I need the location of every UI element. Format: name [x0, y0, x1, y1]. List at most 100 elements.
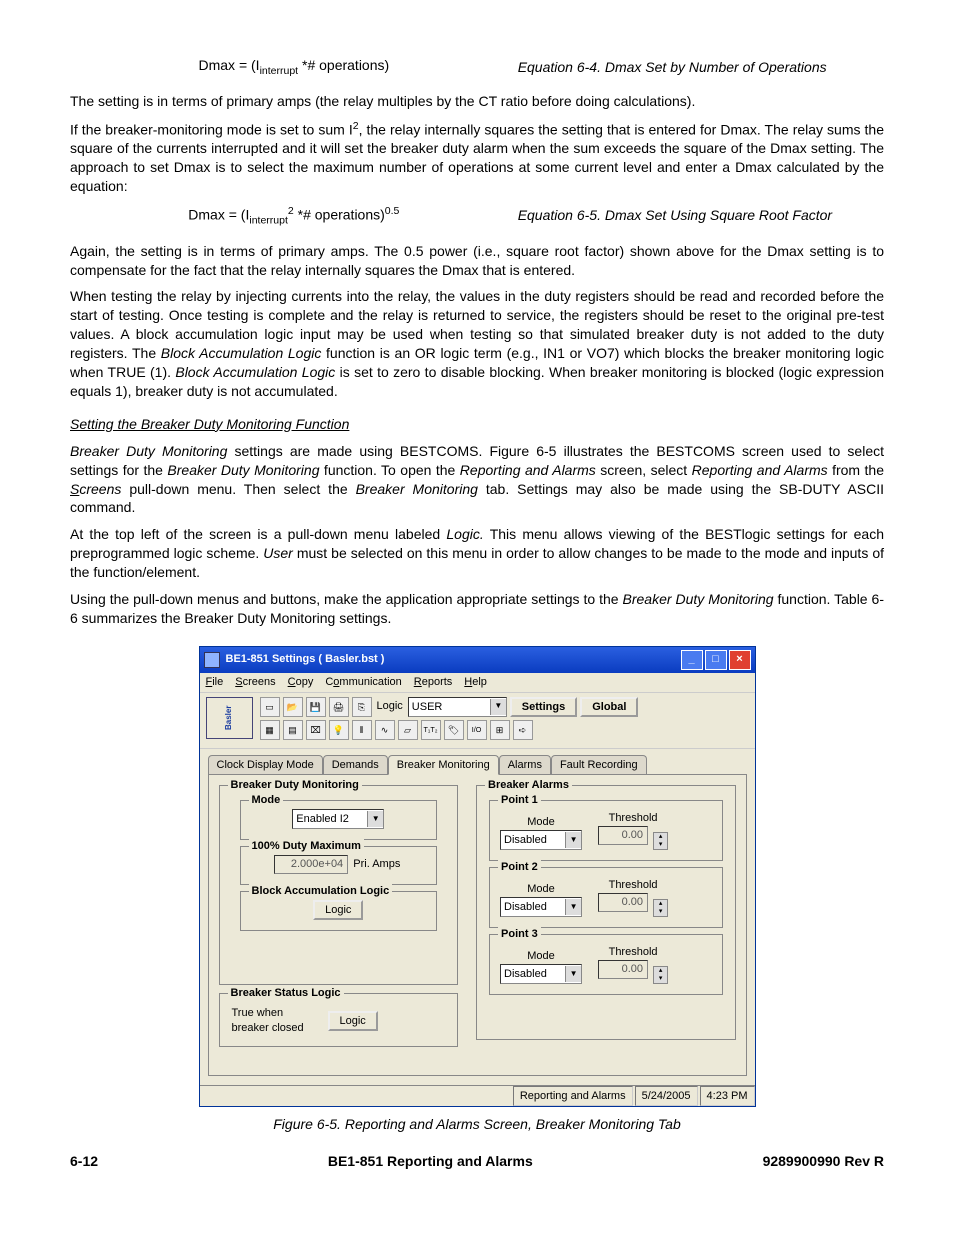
chevron-down-icon[interactable]: ▼ — [565, 966, 581, 982]
status-screen: Reporting and Alarms — [513, 1086, 633, 1106]
tab-clock[interactable]: Clock Display Mode — [208, 755, 323, 776]
layout-icon[interactable]: ▤ — [283, 720, 303, 740]
paragraph-3: Again, the setting is in terms of primar… — [70, 242, 884, 280]
mode-group: Mode ▼ — [240, 800, 438, 840]
mode-combo[interactable]: ▼ — [292, 809, 384, 829]
block-accum-group: Block Accumulation Logic Logic — [240, 891, 438, 931]
open-icon[interactable]: 📂 — [283, 697, 303, 717]
breaker-status-logic-group: Breaker Status Logic True when breaker c… — [219, 993, 459, 1047]
alarms-legend: Breaker Alarms — [485, 778, 572, 793]
tag-icon[interactable]: 🏷 — [444, 720, 464, 740]
paragraph-7: Using the pull-down menus and buttons, m… — [70, 590, 884, 628]
p1-th-label: Threshold — [600, 811, 666, 826]
menu-reports[interactable]: Reports — [414, 675, 453, 690]
p2-mode-label: Mode — [502, 882, 580, 897]
menu-communication[interactable]: Communication — [325, 675, 401, 690]
p1-mode-value[interactable] — [501, 832, 565, 848]
menu-help[interactable]: Help — [464, 675, 487, 690]
p1-spinner[interactable]: ▴▾ — [653, 832, 668, 850]
equation-2: Dmax = (Iinterrupt2 *# operations)0.5 — [70, 204, 518, 228]
bsl-text: True when breaker closed — [232, 1006, 312, 1036]
tile-icon[interactable]: ▦ — [260, 720, 280, 740]
bal-label: Block Accumulation Logic — [249, 884, 393, 899]
status-time: 4:23 PM — [700, 1086, 755, 1106]
close-button[interactable]: × — [729, 650, 751, 670]
window-title: BE1-851 Settings ( Basler.bst ) — [226, 652, 681, 667]
logic-value[interactable] — [409, 699, 490, 715]
p2-mode-value[interactable] — [501, 899, 565, 915]
chevron-down-icon[interactable]: ▼ — [367, 811, 383, 827]
equation-1-caption: Equation 6-4. Dmax Set by Number of Oper… — [518, 58, 827, 77]
logic-combo[interactable]: ▼ — [408, 697, 507, 717]
section-heading: Setting the Breaker Duty Monitoring Func… — [70, 415, 884, 434]
square-icon[interactable]: ▱ — [398, 720, 418, 740]
logic-label: Logic — [377, 699, 403, 714]
p2-mode-combo[interactable]: ▼ — [500, 897, 582, 917]
export-icon[interactable]: ⎘ — [352, 697, 372, 717]
settings-button[interactable]: Settings — [510, 697, 577, 717]
tab-fault-recording[interactable]: Fault Recording — [551, 755, 647, 776]
doc-rev: 9289900990 Rev R — [763, 1152, 884, 1171]
settings-window: BE1-851 Settings ( Basler.bst ) _ □ × Fi… — [199, 646, 756, 1108]
wave-icon[interactable]: ∿ — [375, 720, 395, 740]
menubar: File Screens Copy Communication Reports … — [200, 673, 755, 693]
duty-label: 100% Duty Maximum — [249, 839, 364, 854]
p3-mode-value[interactable] — [501, 966, 565, 982]
maximize-button[interactable]: □ — [705, 650, 727, 670]
menu-screens[interactable]: Screens — [235, 675, 275, 690]
p1-mode-label: Mode — [502, 815, 580, 830]
p3-mode-label: Mode — [502, 949, 580, 964]
duty-value[interactable]: 2.000e+04 — [274, 855, 348, 874]
arrow-icon[interactable]: ➪ — [513, 720, 533, 740]
figure-caption: Figure 6-5. Reporting and Alarms Screen,… — [70, 1115, 884, 1134]
app-icon — [204, 652, 220, 668]
alarm-point-1: Point 1 Mode ▼ Threshold 0.00 ▴ — [489, 800, 722, 861]
chevron-down-icon[interactable]: ▼ — [490, 699, 506, 715]
bdm-legend: Breaker Duty Monitoring — [228, 778, 362, 793]
tab-breaker-monitoring[interactable]: Breaker Monitoring — [388, 755, 499, 776]
breaker-alarms-group: Breaker Alarms Point 1 Mode ▼ Threshold — [476, 785, 735, 1040]
bsl-logic-button[interactable]: Logic — [328, 1011, 378, 1031]
global-button[interactable]: Global — [580, 697, 638, 717]
duty-max-group: 100% Duty Maximum 2.000e+04 Pri. Amps — [240, 846, 438, 885]
p2-th-value[interactable]: 0.00 — [598, 893, 648, 912]
p3-spinner[interactable]: ▴▾ — [653, 966, 668, 984]
save-icon[interactable]: 💾 — [306, 697, 326, 717]
table-icon[interactable]: ⊞ — [490, 720, 510, 740]
p3-th-label: Threshold — [600, 945, 666, 960]
roll-icon[interactable]: ⌧ — [306, 720, 326, 740]
minimize-button[interactable]: _ — [681, 650, 703, 670]
alarm-point-2: Point 2 Mode ▼ Threshold 0.00 ▴ — [489, 867, 722, 928]
basler-logo: Basler — [206, 697, 253, 739]
new-icon[interactable]: ▭ — [260, 697, 280, 717]
paragraph-1: The setting is in terms of primary amps … — [70, 92, 884, 111]
t1t2-icon[interactable]: T₁T₂ — [421, 720, 441, 740]
equation-1: Dmax = (Iinterrupt *# operations) — [70, 56, 518, 78]
equation-2-caption: Equation 6-5. Dmax Set Using Square Root… — [518, 206, 832, 225]
ratio-icon[interactable]: I/O — [467, 720, 487, 740]
menu-file[interactable]: File — [206, 675, 224, 690]
bal-logic-button[interactable]: Logic — [313, 900, 363, 920]
p1-th-value[interactable]: 0.00 — [598, 826, 648, 845]
bar-icon[interactable]: ⫴ — [352, 720, 372, 740]
p2-th-label: Threshold — [600, 878, 666, 893]
tab-alarms[interactable]: Alarms — [499, 755, 551, 776]
paragraph-2: If the breaker-monitoring mode is set to… — [70, 119, 884, 196]
p3-th-value[interactable]: 0.00 — [598, 960, 648, 979]
chevron-down-icon[interactable]: ▼ — [565, 832, 581, 848]
chevron-down-icon[interactable]: ▼ — [565, 899, 581, 915]
point2-legend: Point 2 — [498, 860, 541, 875]
print-icon[interactable]: 🖨 — [329, 697, 349, 717]
menu-copy[interactable]: Copy — [288, 675, 314, 690]
mode-value[interactable] — [293, 811, 367, 827]
tab-demands[interactable]: Demands — [323, 755, 388, 776]
status-date: 5/24/2005 — [635, 1086, 698, 1106]
paragraph-5: Breaker Duty Monitoring settings are mad… — [70, 442, 884, 518]
breaker-duty-monitoring-group: Breaker Duty Monitoring Mode ▼ 100% Duty… — [219, 785, 459, 985]
page-number: 6-12 — [70, 1152, 98, 1171]
lamp-icon[interactable]: 💡 — [329, 720, 349, 740]
point1-legend: Point 1 — [498, 793, 541, 808]
p3-mode-combo[interactable]: ▼ — [500, 964, 582, 984]
p1-mode-combo[interactable]: ▼ — [500, 830, 582, 850]
p2-spinner[interactable]: ▴▾ — [653, 899, 668, 917]
